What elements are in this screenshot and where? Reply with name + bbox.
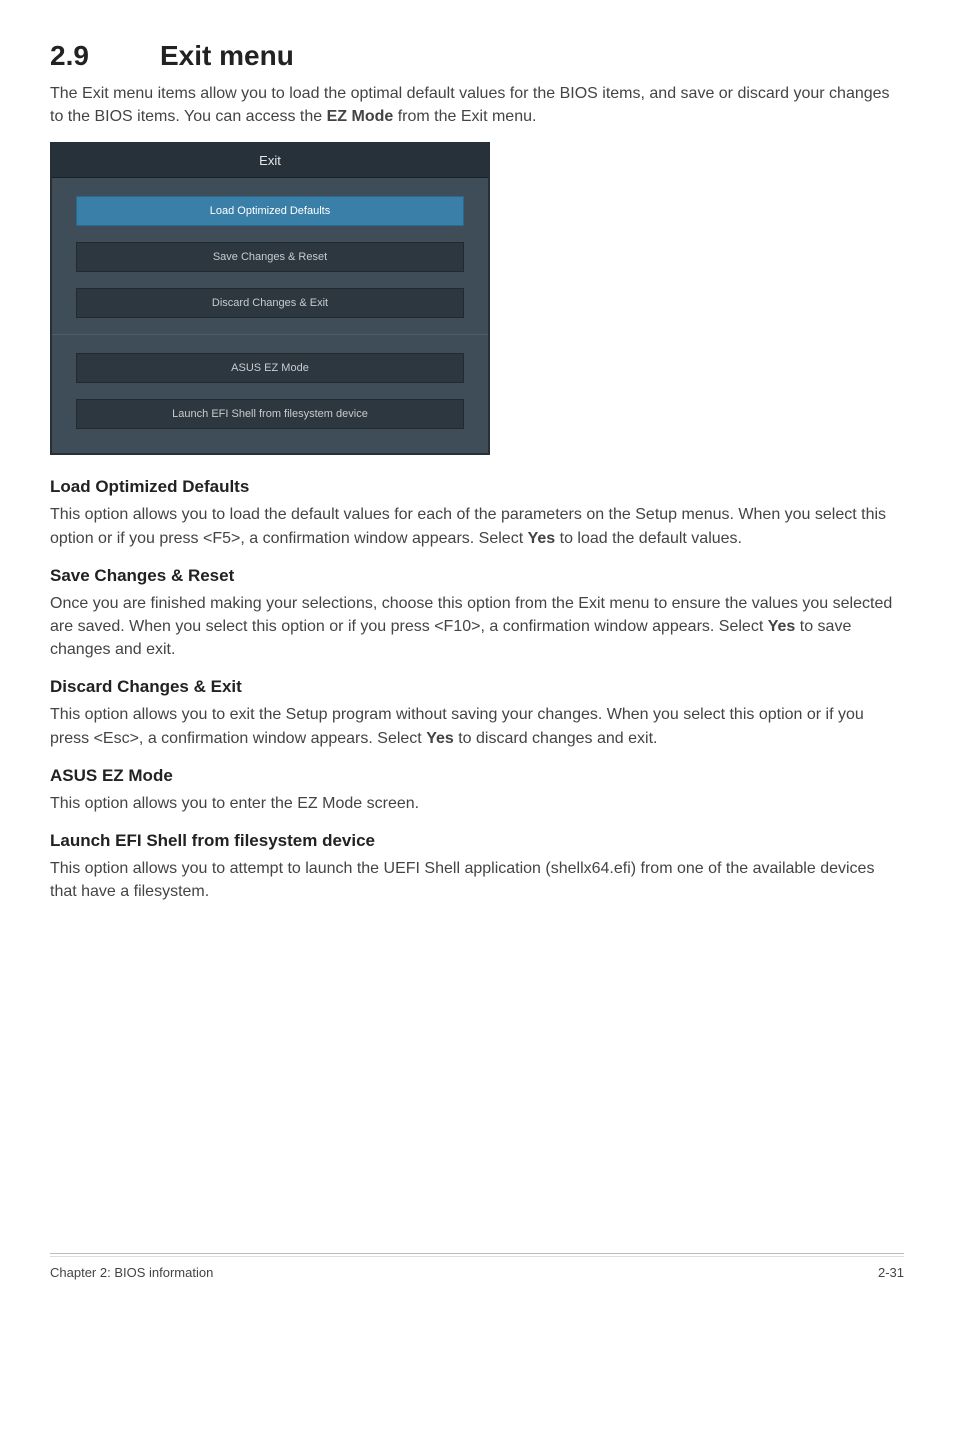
footer: Chapter 2: BIOS information 2-31: [50, 1265, 904, 1280]
sub-text-2: This option allows you to exit the Setup…: [50, 703, 904, 749]
bios-body: Load Optimized Defaults Save Changes & R…: [52, 178, 488, 453]
intro-post: from the Exit menu.: [393, 108, 536, 125]
sub-text-4: This option allows you to attempt to lau…: [50, 857, 904, 903]
sub-post-0: to load the default values.: [555, 530, 742, 547]
sub-pre-0: This option allows you to load the defau…: [50, 506, 886, 546]
bios-divider: [52, 334, 488, 335]
sub-pre-1: Once you are finished making your select…: [50, 595, 892, 635]
sub-heading-4: Launch EFI Shell from filesystem device: [50, 831, 904, 851]
sub-pre-4: This option allows you to attempt to lau…: [50, 860, 874, 900]
section-intro: The Exit menu items allow you to load th…: [50, 82, 904, 128]
bios-btn-load-optimized-defaults[interactable]: Load Optimized Defaults: [76, 196, 464, 226]
footer-line-1: [50, 1253, 904, 1254]
section-title-text: Exit menu: [160, 40, 294, 71]
sub-post-2: to discard changes and exit.: [454, 730, 658, 747]
sub-bold-2: Yes: [426, 730, 454, 747]
section-number: 2.9: [50, 40, 160, 72]
sub-heading-1: Save Changes & Reset: [50, 566, 904, 586]
sub-heading-2: Discard Changes & Exit: [50, 677, 904, 697]
bios-btn-launch-efi-shell[interactable]: Launch EFI Shell from filesystem device: [76, 399, 464, 429]
sub-bold-0: Yes: [528, 530, 556, 547]
sub-text-0: This option allows you to load the defau…: [50, 503, 904, 549]
bios-btn-save-changes-reset[interactable]: Save Changes & Reset: [76, 242, 464, 272]
footer-line-2: [50, 1256, 904, 1257]
footer-right: 2-31: [878, 1265, 904, 1280]
sub-heading-3: ASUS EZ Mode: [50, 766, 904, 786]
bios-panel: Exit Load Optimized Defaults Save Change…: [50, 142, 490, 455]
sub-text-3: This option allows you to enter the EZ M…: [50, 792, 904, 815]
sub-pre-3: This option allows you to enter the EZ M…: [50, 795, 419, 812]
bios-btn-asus-ez-mode[interactable]: ASUS EZ Mode: [76, 353, 464, 383]
bios-header: Exit: [52, 144, 488, 178]
sub-text-1: Once you are finished making your select…: [50, 592, 904, 662]
sub-bold-1: Yes: [768, 618, 796, 635]
sub-heading-0: Load Optimized Defaults: [50, 477, 904, 497]
intro-bold: EZ Mode: [327, 108, 394, 125]
bios-btn-discard-changes-exit[interactable]: Discard Changes & Exit: [76, 288, 464, 318]
footer-left: Chapter 2: BIOS information: [50, 1265, 213, 1280]
section-title: 2.9Exit menu: [50, 40, 904, 72]
